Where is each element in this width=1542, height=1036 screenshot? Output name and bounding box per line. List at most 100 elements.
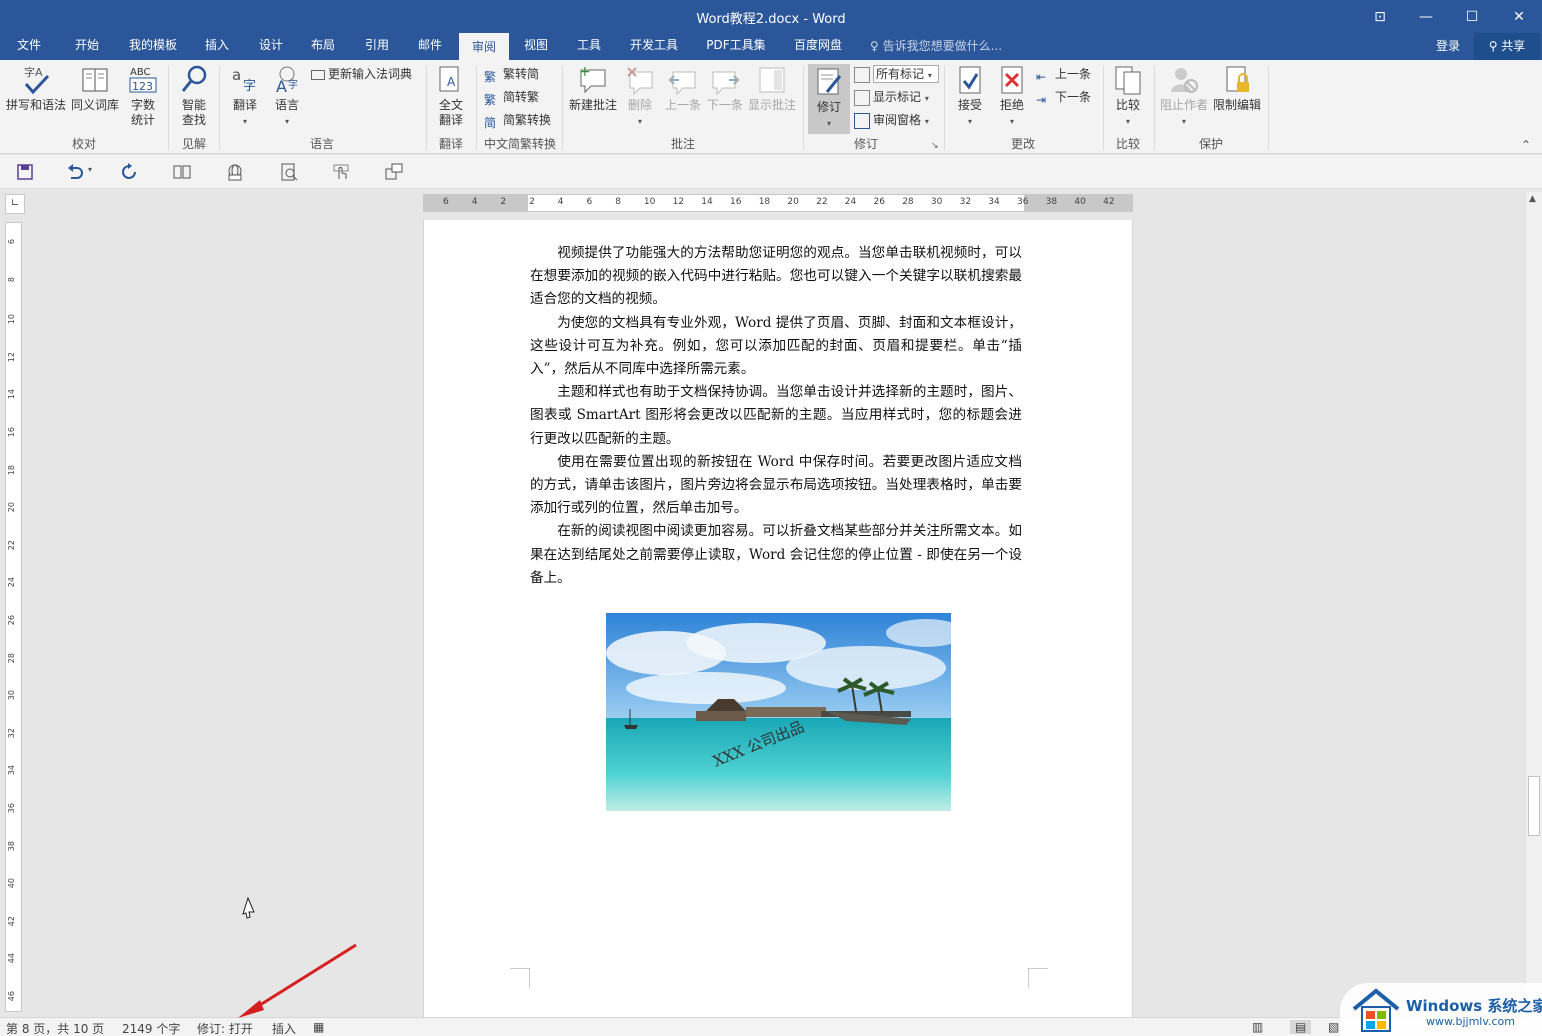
paragraph[interactable]: 在新的阅读视图中阅读更加容易。可以折叠文档某些部分并关注所需文本。如果在达到结尾… [530,520,1022,590]
undo-dropdown-icon[interactable]: ▾ [88,165,92,174]
tab-review[interactable]: 审阅 [459,33,509,60]
share-button[interactable]: ⚲ 共享 [1474,33,1540,60]
tab-file[interactable]: 文件 [6,33,52,60]
word-count-button[interactable]: ABC 123 字数 统计 [122,64,164,128]
previous-change-icon: ⇤ [1036,69,1047,84]
next-change-button[interactable]: ⇥ 下一条 [1036,87,1091,107]
tab-baidu-netdisk[interactable]: 百度网盘 [784,33,852,60]
beach-image[interactable]: XXX 公司出品 [606,613,951,811]
block-authors-button[interactable]: 阻止作者 ▾ [1158,64,1210,129]
undo-icon[interactable] [66,163,84,181]
ruler-tick-label: 10 [643,197,656,207]
svg-text:123: 123 [132,80,153,93]
ruler-tick-label: 10 [7,314,16,325]
track-changes-button[interactable]: 修订 ▾ [808,64,850,134]
tab-layout[interactable]: 布局 [300,33,346,60]
show-comments-button[interactable]: 显示批注 [746,64,798,113]
document-body[interactable]: 视频提供了功能强大的方法帮助您证明您的观点。当您单击联机视频时，可以在想要添加的… [530,242,1022,590]
tab-design[interactable]: 设计 [248,33,294,60]
scroll-up-icon[interactable]: ▲ [1529,194,1536,204]
to-simplified-button[interactable]: 繁繁转简 [484,64,539,84]
redo-icon[interactable] [120,163,138,181]
markup-select-dropdown[interactable]: 所有标记 ▾ [854,64,939,84]
tab-view[interactable]: 视图 [513,33,559,60]
macro-record-icon[interactable]: ▦ [313,1020,324,1034]
vertical-ruler[interactable]: 6 8 10 12 14 16 18 20 22 24 26 28 30 32 34 36 38 40 42 44 46 [5,222,22,1012]
web-layout-icon[interactable] [226,163,244,181]
ribbon-display-options-button[interactable]: ⊡ [1357,0,1403,33]
close-button[interactable]: ✕ [1496,0,1542,33]
save-icon[interactable] [16,163,34,181]
show-markup-button[interactable]: 显示标记 ▾ [854,87,929,107]
read-mode-view-icon[interactable]: ▥ [1252,1020,1263,1034]
paragraph[interactable]: 使用在需要位置出现的新按钮在 Word 中保存时间。若要更改图片适应文档的方式，… [530,451,1022,521]
ruler-tick-label: 26 [873,197,885,207]
full-translate-button[interactable]: A 全文 翻译 [432,64,470,128]
insert-mode-status[interactable]: 插入 [272,1020,296,1036]
paragraph[interactable]: 主题和样式也有助于文档保持协调。当您单击设计并选择新的主题时，图片、图表或 Sm… [530,381,1022,451]
language-button[interactable]: A字 语言 ▾ [266,64,308,129]
brand-name: Windows 系统之家 [1406,997,1542,1015]
ruler-tick-label: 22 [7,539,16,550]
tab-references[interactable]: 引用 [354,33,400,60]
paragraph[interactable]: 视频提供了功能强大的方法帮助您证明您的观点。当您单击联机视频时，可以在想要添加的… [530,242,1022,312]
reject-button[interactable]: 拒绝 ▾ [992,64,1032,129]
word-count-status[interactable]: 2149 个字 [122,1020,180,1036]
window-title: Word教程2.docx - Word [696,12,846,27]
svg-text:ABC: ABC [130,67,151,78]
translate-button[interactable]: a字 翻译 ▾ [224,64,266,129]
print-preview-icon[interactable] [280,163,298,181]
print-layout-view-icon[interactable]: ▤ [1290,1020,1312,1034]
svg-text:字: 字 [243,79,256,94]
compare-button[interactable]: 比较 ▾ [1108,64,1148,129]
to-traditional-button[interactable]: 繁简转繁 [484,87,539,107]
ribbon-separator [476,66,477,150]
track-changes-status[interactable]: 修订: 打开 [197,1020,253,1036]
touch-mode-icon[interactable] [332,163,350,181]
ruler-tick-label: 22 [816,197,828,207]
tab-home[interactable]: 开始 [64,33,110,60]
tab-mailings[interactable]: 邮件 [407,33,453,60]
horizontal-ruler[interactable]: 6 4 2 2 4 6 8 10 12 14 16 18 20 22 24 26 28 30 32 34 36 38 40 4… [423,194,1133,212]
tell-me-search[interactable]: ♀ 告诉我您想要做什么... [870,33,1002,60]
accept-button[interactable]: 接受 ▾ [950,64,990,129]
ruler-tick-label: 24 [844,197,857,207]
thesaurus-button[interactable]: 同义词库 [68,64,122,113]
tab-tools[interactable]: 工具 [566,33,612,60]
delete-comment-button[interactable]: 删除 ▾ [620,64,660,129]
restrict-editing-button[interactable]: 限制编辑 [1210,64,1264,113]
tab-insert[interactable]: 插入 [194,33,240,60]
new-comment-icon: + [579,64,606,94]
vertical-scrollbar[interactable]: ▲ [1525,192,1542,1017]
read-mode-icon[interactable] [173,163,191,181]
tab-developer[interactable]: 开发工具 [620,33,688,60]
scrollbar-thumb[interactable] [1528,776,1540,836]
ruler-tick-label: 46 [7,991,16,1002]
convert-char-icon: 简 [484,115,497,130]
tab-my-templates[interactable]: 我的模板 [120,33,186,60]
maximize-button[interactable]: ☐ [1449,0,1495,33]
web-layout-view-icon[interactable]: ▧ [1328,1020,1339,1034]
page-corner-mark [510,968,530,988]
paragraph[interactable]: 为使您的文档具有专业外观，Word 提供了页眉、页脚、封面和文本框设计，这些设计… [530,312,1022,382]
ruler-tick-label: 30 [930,197,943,207]
reviewing-pane-button[interactable]: 审阅窗格 ▾ [854,110,929,130]
tab-pdf-tools[interactable]: PDF工具集 [698,33,774,60]
spelling-grammar-button[interactable]: 字A 拼写和语法 [4,64,68,113]
document-page[interactable]: 视频提供了功能强大的方法帮助您证明您的观点。当您单击联机视频时，可以在想要添加的… [423,220,1133,1020]
previous-comment-button[interactable]: 上一条 [662,64,704,113]
tab-selector[interactable]: ∟ [5,194,25,214]
update-ime-dictionary-button[interactable]: 更新输入法词典 [311,64,412,84]
page-count-status[interactable]: 第 8 页，共 10 页 [6,1020,104,1036]
smart-lookup-button[interactable]: 智能 查找 [174,64,214,128]
tracking-options-launcher[interactable]: ↘ [931,136,939,156]
collapse-ribbon-icon[interactable]: ⌃ [1521,138,1531,152]
previous-change-button[interactable]: ⇤ 上一条 [1036,64,1091,84]
chinese-convert-button[interactable]: 简简繁转换 [484,110,551,130]
minimize-button[interactable]: — [1403,0,1449,33]
login-link[interactable]: 登录 [1436,33,1460,60]
new-comment-button[interactable]: + 新建批注 [566,64,620,113]
accept-icon [959,66,981,94]
customize-toolbar-icon[interactable] [385,163,403,181]
next-comment-button[interactable]: 下一条 [704,64,746,113]
